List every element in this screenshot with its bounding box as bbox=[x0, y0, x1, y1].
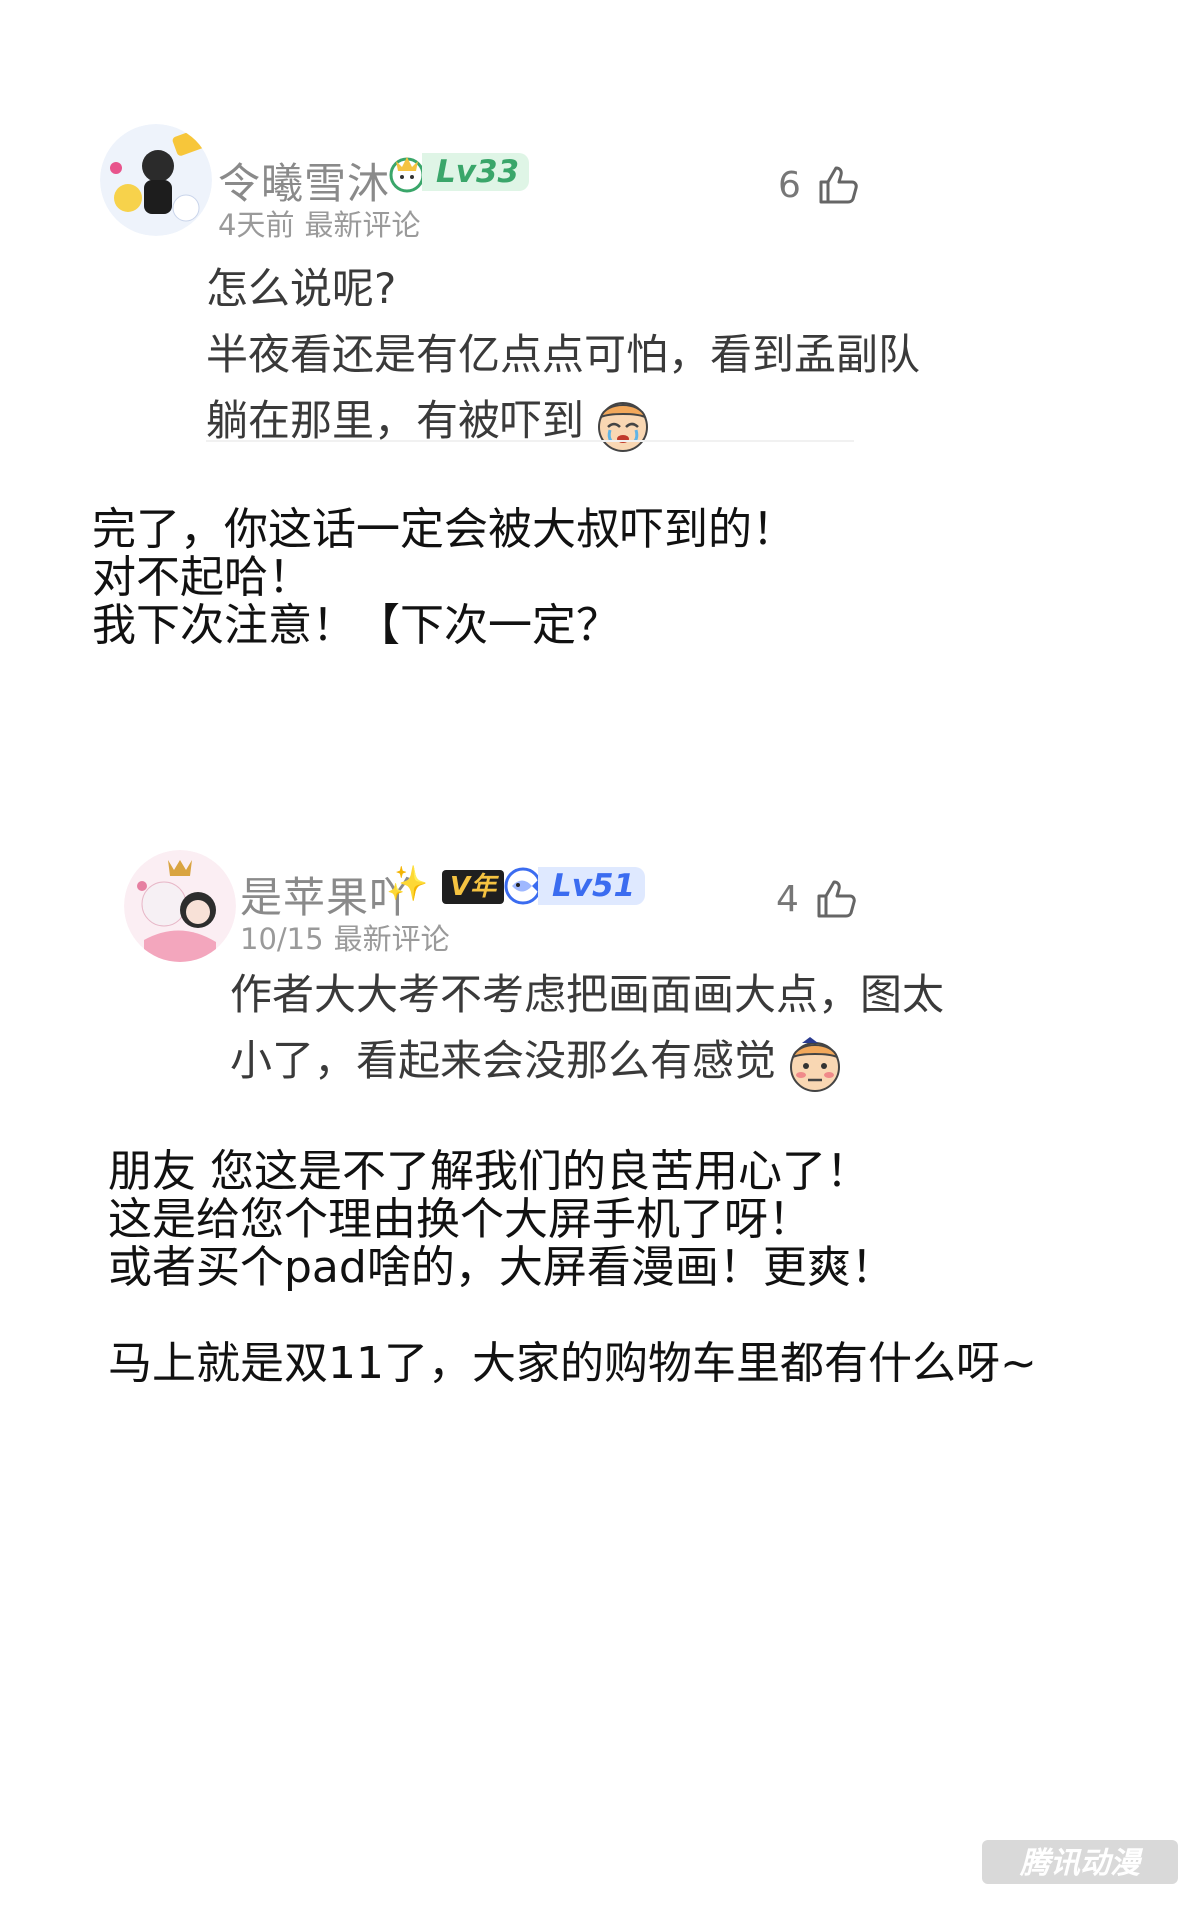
comment-line: 小了，看起来会没那么有感觉 bbox=[230, 1036, 777, 1085]
reply-line: 这是给您个理由换个大屏手机了呀！ bbox=[108, 1194, 812, 1245]
vip-year-badge: V年 bbox=[442, 870, 505, 904]
reply-line: 我下次注意！【下次一定？ bbox=[92, 600, 620, 651]
comment-tag: 最新评论 bbox=[304, 208, 421, 242]
comment-line: 半夜看还是有亿点点可怕，看到孟副队 bbox=[206, 330, 921, 379]
embarrassed-face-sticker-icon bbox=[790, 1036, 841, 1092]
watermark-logo: 腾讯动漫 bbox=[980, 1836, 1180, 1888]
comment-meta: 4天前 最新评论 bbox=[218, 202, 420, 244]
like-count: 4 bbox=[776, 878, 799, 920]
level-label: Lv33 bbox=[422, 153, 530, 191]
like-count: 6 bbox=[778, 164, 801, 206]
level-label: Lv51 bbox=[538, 867, 646, 905]
level-badge: Lv51 bbox=[502, 866, 646, 906]
sparkle-icon: ✨ bbox=[386, 864, 429, 904]
thumbs-up-icon bbox=[819, 166, 858, 204]
comment-time: 4天前 bbox=[218, 208, 295, 242]
comment-time: 10/15 bbox=[240, 922, 324, 956]
comment-divider bbox=[206, 440, 854, 442]
comment-tag: 最新评论 bbox=[333, 922, 450, 956]
reply-line: 完了，你这话一定会被大叔吓到的！ bbox=[92, 504, 796, 555]
reply-line: 或者买个pad啥的，大屏看漫画！更爽！ bbox=[108, 1242, 895, 1293]
avatar[interactable] bbox=[100, 124, 212, 236]
comment-meta: 10/15 最新评论 bbox=[240, 916, 450, 958]
reply-line: 朋友 您这是不了解我们的良苦用心了！ bbox=[108, 1146, 870, 1197]
author-reply: 朋友 您这是不了解我们的良苦用心了！ 这是给您个理由换个大屏手机了呀！ 或者买个… bbox=[108, 1148, 1037, 1388]
comment-line: 怎么说呢? bbox=[206, 264, 397, 313]
author-reply: 完了，你这话一定会被大叔吓到的！ 对不起哈！ 我下次注意！【下次一定？ bbox=[92, 506, 796, 650]
watermark-text: 腾讯动漫 bbox=[1019, 1846, 1144, 1881]
comment-line-with-emoji: 躺在那里，有被吓到 bbox=[206, 388, 920, 455]
crying-face-sticker-icon bbox=[598, 401, 649, 452]
level-badge: Lv33 bbox=[386, 152, 530, 193]
comment-line: 躺在那里，有被吓到 bbox=[206, 396, 585, 445]
like-button[interactable]: 4 bbox=[776, 876, 859, 922]
like-button[interactable]: 6 bbox=[778, 162, 861, 208]
reply-line: 马上就是双11了，大家的购物车里都有什么呀~ bbox=[108, 1338, 1037, 1389]
comment-line-with-emoji: 小了，看起来会没那么有感觉 bbox=[230, 1028, 944, 1095]
reply-line: 对不起哈！ bbox=[92, 552, 312, 603]
comment-line: 作者大大考不考虑把画面画大点，图太 bbox=[230, 970, 945, 1019]
thumbs-up-icon bbox=[817, 880, 856, 918]
avatar[interactable] bbox=[124, 850, 236, 962]
comment-body: 作者大大考不考虑把画面画大点，图太 小了，看起来会没那么有感觉 bbox=[230, 962, 944, 1095]
comment-body: 怎么说呢? 半夜看还是有亿点点可怕，看到孟副队 躺在那里，有被吓到 bbox=[206, 256, 920, 455]
reply-spacer bbox=[108, 1292, 1037, 1340]
